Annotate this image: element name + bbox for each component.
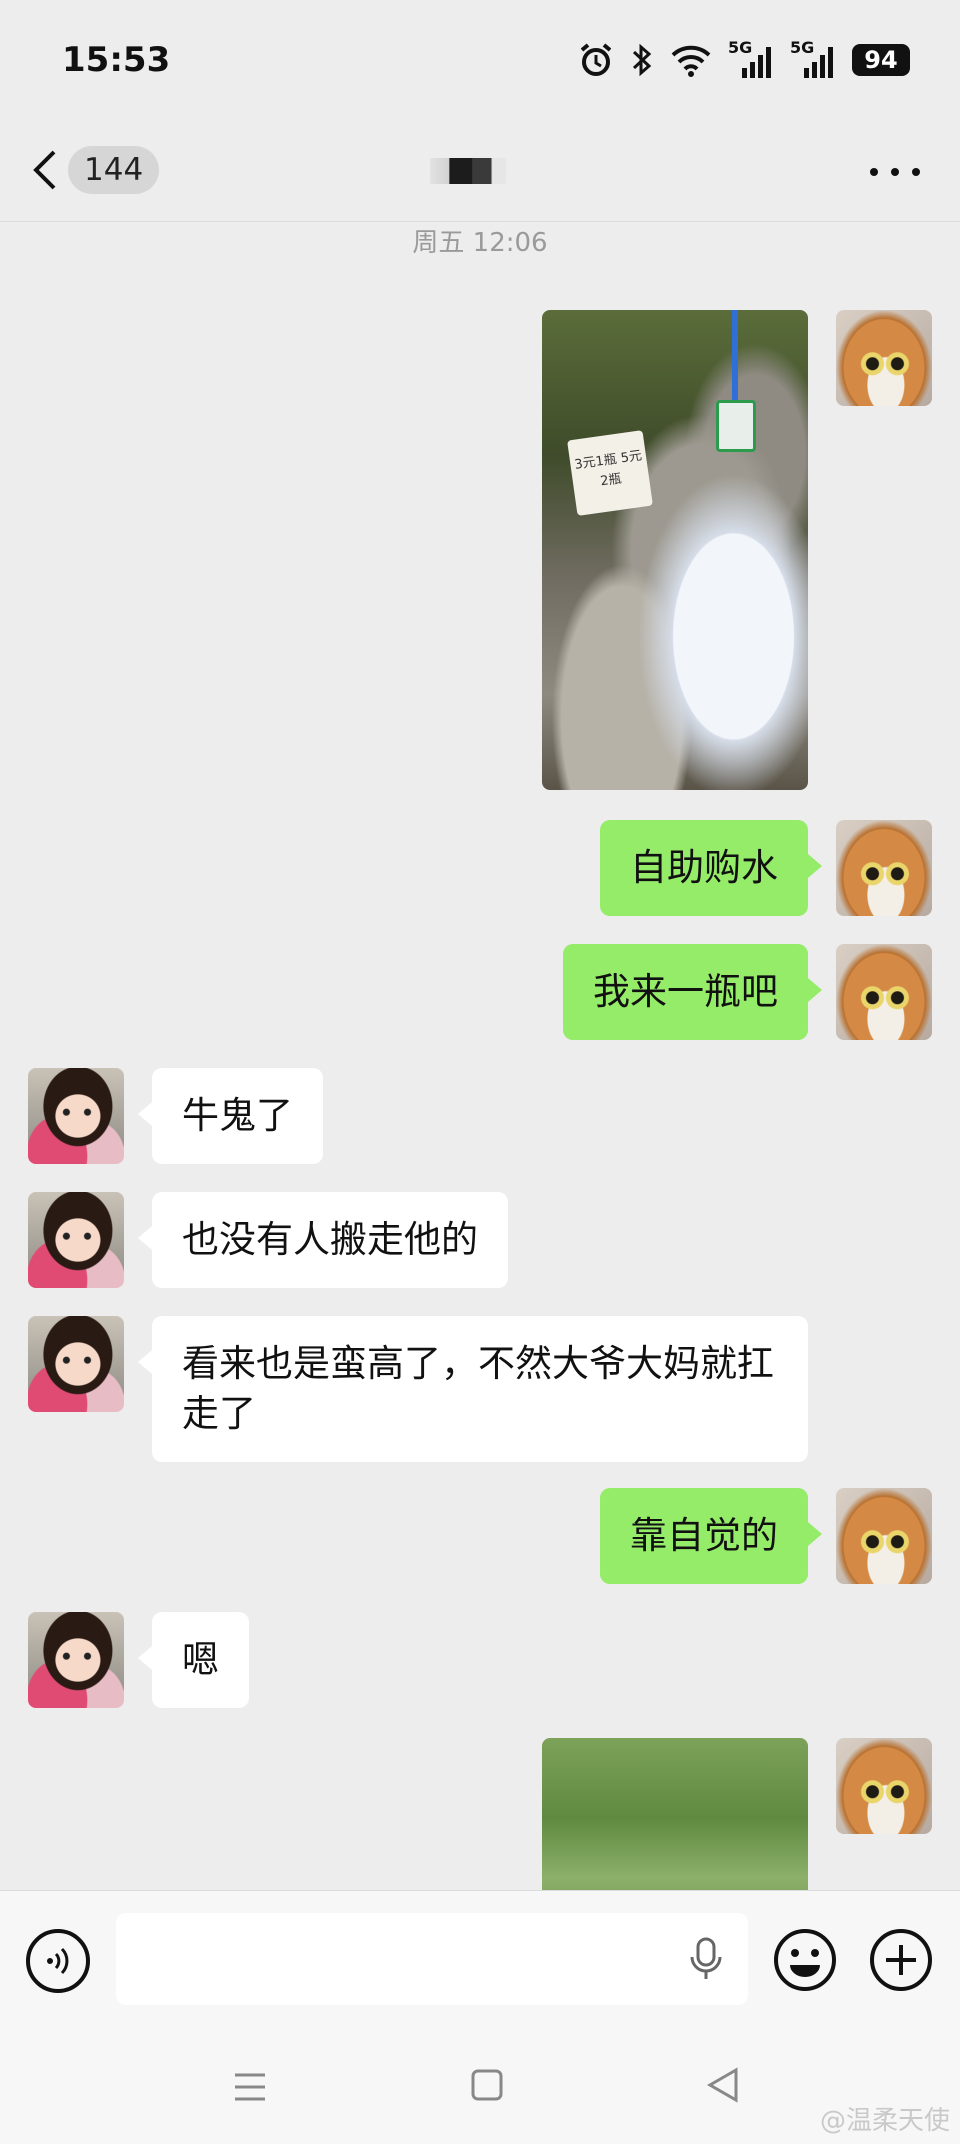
received-message-bubble[interactable]: 看来也是蛮高了，不然大爷大妈就扛走了 [138,1316,808,1462]
add-attachment-button[interactable] [868,1927,934,1993]
sent-message-bubble[interactable]: 自助购水 [600,820,822,916]
contact-avatar[interactable] [28,1068,124,1164]
voice-input-button[interactable] [26,1929,90,1993]
system-navigation-bar: @温柔天使 [0,2024,960,2144]
dot-icon [912,168,920,176]
my-avatar[interactable] [836,820,932,916]
emoji-button[interactable] [772,1927,838,1993]
alarm-icon [580,43,612,76]
home-icon[interactable] [470,2068,504,2102]
my-avatar[interactable] [836,944,932,1040]
cellular-signal-1: 5G [728,38,774,78]
sent-message-bubble[interactable]: 我来一瓶吧 [563,944,822,1040]
message-list[interactable]: 周五 12:06 3元1瓶 5元2瓶 自助购水 我来一瓶吧 牛鬼了 也没有人搬走… [0,222,960,1890]
back-triangle-icon[interactable] [706,2066,740,2104]
contact-avatar[interactable] [28,1316,124,1412]
my-avatar[interactable] [836,310,932,406]
unread-count-badge: 144 [68,146,160,194]
watermark: @温柔天使 [819,2106,950,2136]
my-avatar[interactable] [836,1488,932,1584]
chat-title-redacted [430,158,506,184]
dot-icon [891,168,899,176]
message-input-bar [0,1890,960,2024]
sent-message-bubble[interactable]: 靠自觉的 [600,1488,822,1584]
battery-indicator: 94 [852,44,910,76]
chat-header: 144 [0,120,960,222]
recent-apps-icon[interactable] [233,2072,267,2102]
price-sign: 3元1瓶 5元2瓶 [567,430,653,516]
voice-wave-icon [47,1947,69,1975]
dot-icon [870,168,878,176]
received-message-bubble[interactable]: 嗯 [138,1612,249,1708]
sent-photo-water-stand[interactable]: 3元1瓶 5元2瓶 [542,310,808,790]
status-icons: 5G 5G 94 [578,38,910,80]
sent-photo-greenery[interactable] [542,1738,808,1890]
my-avatar[interactable] [836,1738,932,1834]
received-message-bubble[interactable]: 牛鬼了 [138,1068,323,1164]
signal-bars-icon [742,47,771,78]
received-message-bubble[interactable]: 也没有人搬走他的 [138,1192,508,1288]
bluetooth-icon [632,43,652,77]
contact-avatar[interactable] [28,1612,124,1708]
microphone-icon[interactable] [686,1935,726,1983]
cellular-signal-2: 5G [790,38,836,78]
signal-bars-icon [804,47,833,78]
status-bar: 15:53 5G 5G 94 [0,0,960,120]
payment-qr-tag [716,400,756,452]
chevron-left-icon [33,150,56,190]
lanyard [732,310,738,402]
message-text-input[interactable] [116,1913,748,2005]
message-timestamp: 周五 12:06 [412,228,548,258]
status-time: 15:53 [62,40,171,80]
contact-avatar[interactable] [28,1192,124,1288]
more-options-button[interactable] [870,150,920,194]
wifi-icon [671,45,711,77]
back-button[interactable]: 144 [30,140,160,200]
